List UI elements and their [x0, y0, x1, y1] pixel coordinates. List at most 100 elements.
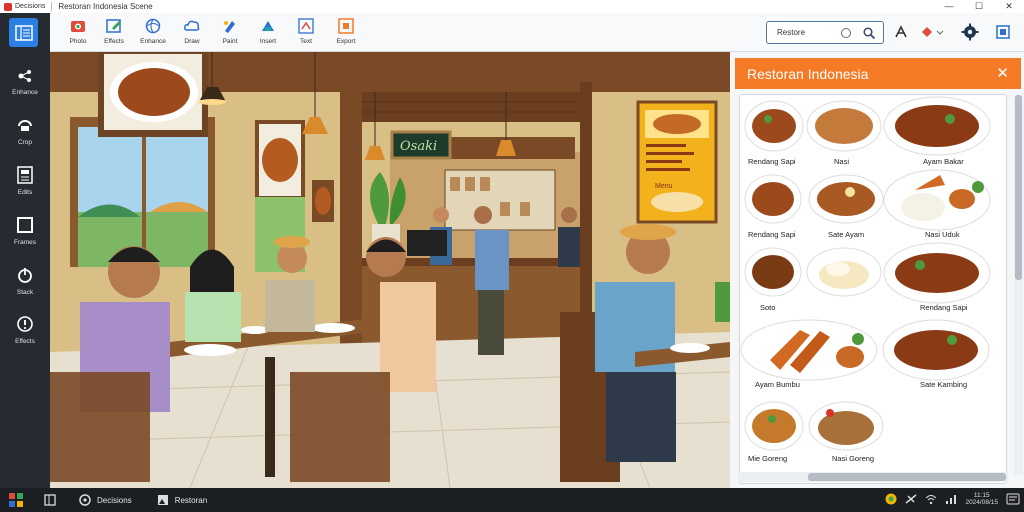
menu-board-text: Menu	[655, 183, 673, 190]
sidebar-item-label: Effects	[15, 338, 35, 345]
title-separator	[51, 2, 53, 11]
sidebar-item-label: Frames	[13, 239, 37, 246]
dish-label: Nasi Goreng	[832, 454, 875, 463]
panel-vertical-scrollbar[interactable]	[1014, 95, 1023, 475]
taskbar-item-label[interactable]: Decisions	[97, 496, 132, 505]
gear-icon[interactable]	[961, 23, 979, 41]
toolbar-button-photo[interactable]: Photo	[60, 17, 96, 45]
dish-label: Ayam Bakar	[923, 157, 964, 166]
image-icon[interactable]	[157, 494, 169, 506]
globe-icon	[145, 18, 161, 34]
toolbar-button-label: Insert	[259, 38, 277, 45]
close-window-button[interactable]: ✕	[994, 0, 1024, 13]
dish-label: Sate Kambing	[920, 380, 968, 389]
search-option-icon[interactable]	[841, 27, 851, 38]
text-icon	[298, 18, 314, 34]
sidebar-item-label: Stack	[16, 289, 34, 296]
dish-label: Rendang Sapi	[748, 230, 796, 239]
sidebar-item-enhance[interactable]: Enhance	[0, 68, 50, 96]
window-controls: — ☐ ✕	[934, 0, 1024, 13]
signal-icon[interactable]	[945, 493, 957, 505]
start-icon[interactable]	[9, 493, 23, 507]
document-title: Restoran Indonesia Scene	[58, 2, 153, 11]
sidebar-item-stack[interactable]: Stack	[0, 266, 50, 296]
maximize-button[interactable]: ☐	[964, 0, 994, 13]
menu-panel: Restoran Indonesia ✕ Rendang Sapi Nasi A…	[735, 58, 1024, 488]
power-icon	[18, 268, 32, 283]
app-icon[interactable]	[79, 494, 91, 506]
toolbar-button-label: Effects	[104, 38, 124, 45]
dish-label: Mie Goreng	[748, 454, 788, 463]
image-canvas[interactable]: Osaki Menu	[50, 52, 730, 488]
toolbar-button-label: Draw	[184, 38, 200, 45]
taskbar: Decisions Restoran 11:15 2024/08/15	[0, 488, 1024, 512]
frame-icon	[17, 217, 33, 233]
sidebar-item-edits[interactable]: Edits	[0, 166, 50, 196]
export-icon	[338, 18, 354, 34]
app-title: Decisions	[15, 3, 46, 10]
scroll-thumb[interactable]	[1015, 95, 1022, 280]
toolbar-button-effects[interactable]: Effects	[96, 17, 132, 45]
toolbar-button-paint[interactable]: Paint	[212, 17, 248, 45]
photo-icon	[71, 21, 85, 32]
panel-close-icon[interactable]: ✕	[996, 64, 1009, 82]
dish-label: Rendang Sapi	[920, 303, 968, 312]
toolbar-button-draw[interactable]: Draw	[174, 17, 210, 45]
insert-icon	[262, 21, 274, 31]
clock[interactable]: 11:15 2024/08/15	[965, 492, 998, 506]
layers-icon[interactable]	[995, 24, 1011, 40]
dish-label: Sate Ayam	[828, 230, 865, 239]
dish-label: Soto	[760, 303, 776, 312]
wifi-icon[interactable]	[925, 493, 937, 505]
scroll-thumb[interactable]	[808, 473, 1006, 481]
toolbar-button-label: Paint	[222, 38, 238, 45]
color-icon[interactable]	[885, 493, 897, 505]
taskbar-item-label[interactable]: Restoran	[175, 496, 207, 505]
sidebar-item-effects[interactable]: Effects	[0, 315, 50, 345]
clock-time: 11:15	[973, 492, 990, 499]
sidebar-item-label: Edits	[17, 189, 33, 196]
clock-date: 2024/08/15	[965, 499, 998, 506]
search-box[interactable]: Restore	[766, 21, 884, 44]
dish-label: Nasi Uduk	[925, 230, 960, 239]
selector-icon[interactable]	[894, 25, 908, 39]
toolbar-button-text[interactable]: Text	[288, 17, 324, 45]
taskview-icon[interactable]	[44, 494, 56, 506]
system-tray: 11:15 2024/08/15	[885, 492, 1020, 506]
sidebar-item-crop[interactable]: Crop	[0, 118, 50, 146]
notification-icon[interactable]	[1006, 493, 1020, 505]
crop-icon	[18, 120, 32, 131]
dish-label: Ayam Bumbu	[755, 380, 800, 389]
app-icon	[4, 2, 12, 11]
dish-grid	[740, 96, 991, 451]
paint-bucket-icon[interactable]	[920, 25, 944, 39]
edit-icon	[106, 19, 121, 33]
toolbar-button-label: Enhance	[140, 38, 166, 45]
panel-header: Restoran Indonesia ✕	[735, 58, 1021, 89]
sidebar-item-frames[interactable]: Frames	[0, 216, 50, 246]
minimize-button[interactable]: —	[934, 0, 964, 13]
panel-horizontal-scrollbar[interactable]	[738, 472, 1008, 482]
left-sidebar: Enhance Crop Edits Frames Stack Effects	[0, 13, 50, 488]
sidebar-item-label: Crop	[17, 139, 33, 146]
shop-sign-text: Osaki	[400, 139, 437, 154]
panels-toggle-button[interactable]	[9, 18, 38, 47]
toolbar-button-label: Export	[336, 38, 356, 45]
connect-icon	[18, 70, 31, 82]
toolbar-button-enhance[interactable]: Enhance	[135, 17, 171, 45]
paint-icon	[224, 21, 235, 33]
search-label: Restore	[777, 28, 806, 37]
toolbar-button-label: Text	[300, 38, 312, 45]
dish-label: Rendang Sapi	[748, 157, 796, 166]
toolbar-button-export[interactable]: Export	[328, 17, 364, 45]
search-icon[interactable]	[863, 26, 875, 39]
sidebar-item-label: Enhance	[12, 89, 38, 96]
title-bar: Decisions Restoran Indonesia Scene — ☐ ✕	[0, 0, 1024, 13]
network-icon[interactable]	[905, 493, 917, 505]
toolbar-button-insert[interactable]: Insert	[250, 17, 286, 45]
toolbar-button-label: Photo	[69, 38, 87, 45]
info-icon	[17, 316, 33, 332]
cloud-icon	[184, 20, 200, 31]
dish-label: Nasi	[834, 157, 850, 166]
menu-card: Rendang Sapi Nasi Ayam Bakar Rendang Sap…	[739, 94, 1007, 484]
